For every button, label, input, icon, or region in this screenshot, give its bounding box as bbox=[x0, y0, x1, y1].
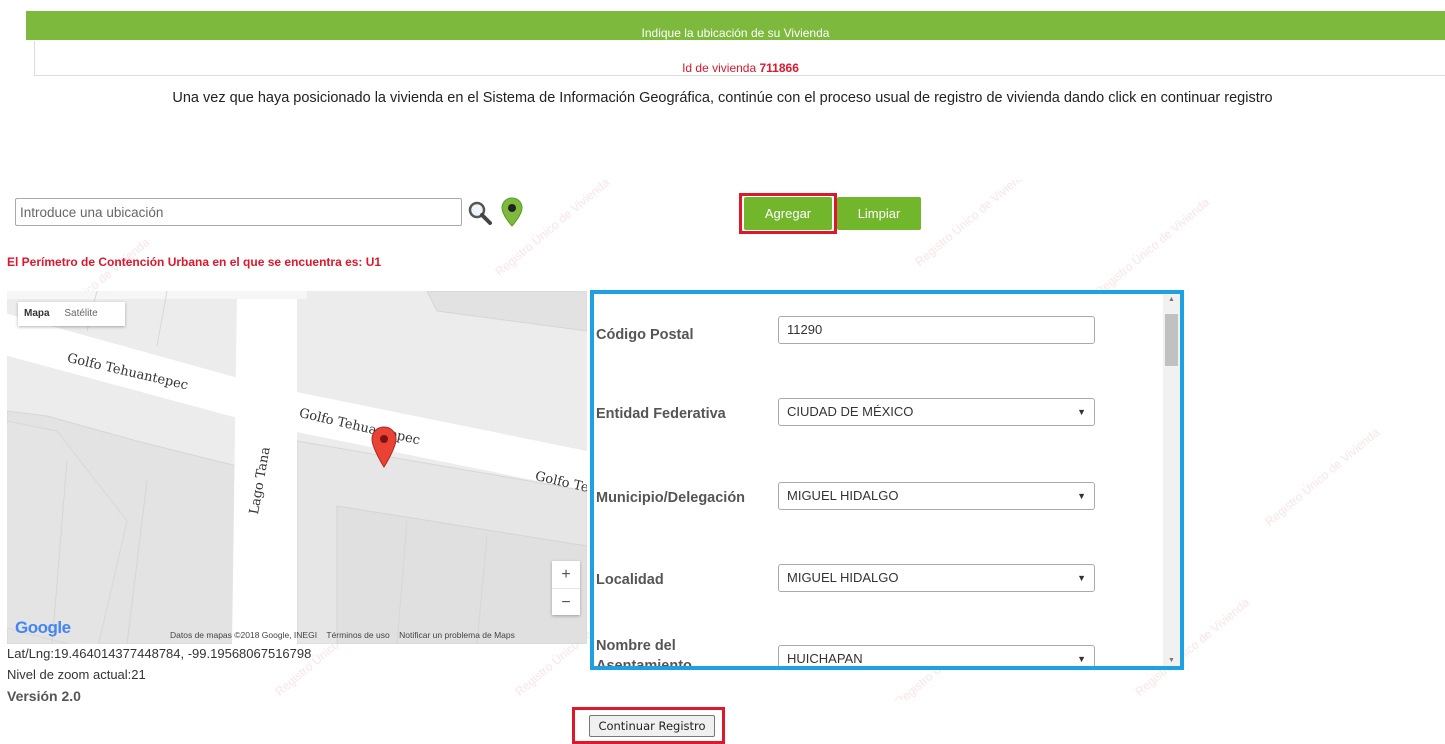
scroll-down-icon[interactable]: ▼ bbox=[1168, 657, 1175, 664]
municipio-select-value: MIGUEL HIDALGO bbox=[787, 488, 899, 503]
map-type-satellite-button[interactable]: Satélite bbox=[58, 302, 103, 326]
watermark: Registro Único de Vivienda bbox=[1262, 425, 1383, 529]
search-icon[interactable] bbox=[467, 200, 493, 226]
municipio-select[interactable]: MIGUEL HIDALGO ▼ bbox=[778, 482, 1095, 510]
scroll-up-icon[interactable]: ▲ bbox=[1168, 296, 1175, 303]
zoom-out-button[interactable]: − bbox=[552, 589, 580, 616]
google-logo: Google bbox=[15, 618, 71, 637]
chevron-down-icon: ▼ bbox=[1077, 407, 1086, 417]
location-search-input[interactable] bbox=[15, 198, 462, 226]
report-problem-link[interactable]: Notificar un problema de Maps bbox=[399, 630, 515, 640]
municipio-label: Municipio/Delegación bbox=[596, 490, 746, 506]
limpiar-button[interactable]: Limpiar bbox=[837, 197, 921, 230]
location-marker-icon[interactable] bbox=[371, 426, 397, 468]
map-view[interactable]: Mapa Satélite Golfo Tehuantepec Golfo Te… bbox=[7, 291, 587, 644]
agregar-button[interactable]: Agregar bbox=[744, 197, 832, 230]
housing-id-value: 711866 bbox=[759, 61, 799, 75]
entidad-select[interactable]: CIUDAD DE MÉXICO ▼ bbox=[778, 398, 1095, 426]
asentamiento-select-value: HUICHAPAN bbox=[787, 651, 863, 666]
localidad-select[interactable]: MIGUEL HIDALGO ▼ bbox=[778, 564, 1095, 592]
housing-id-label: Id de vivienda bbox=[682, 61, 757, 75]
map-pin-icon[interactable] bbox=[501, 197, 523, 227]
entidad-label: Entidad Federativa bbox=[596, 406, 726, 422]
asentamiento-select[interactable]: HUICHAPAN ▼ bbox=[778, 645, 1095, 666]
map-streets-graphic bbox=[7, 291, 587, 644]
zoom-control: + − bbox=[552, 561, 580, 615]
page-banner: Indique la ubicación de su Vivienda bbox=[26, 11, 1445, 40]
watermark: Registro Único de Vivienda bbox=[1092, 195, 1213, 299]
chevron-down-icon: ▼ bbox=[1077, 573, 1086, 583]
watermark: Registro Único de Vivienda bbox=[492, 180, 613, 279]
zoom-in-button[interactable]: + bbox=[552, 561, 580, 589]
form-scrollbar[interactable]: ▲ ▼ bbox=[1163, 294, 1180, 666]
map-data-credit: Datos de mapas ©2018 Google, INEGI bbox=[170, 630, 318, 640]
scrollbar-thumb[interactable] bbox=[1165, 314, 1178, 366]
housing-id: Id de vivienda 711866 bbox=[34, 41, 1445, 76]
version-text: Versión 2.0 bbox=[7, 688, 81, 704]
perimeter-message: El Perímetro de Contención Urbana en el … bbox=[7, 255, 382, 269]
postal-code-input[interactable]: 11290 bbox=[778, 316, 1095, 344]
postal-code-label: Código Postal bbox=[596, 327, 694, 343]
entidad-select-value: CIUDAD DE MÉXICO bbox=[787, 404, 914, 419]
localidad-select-value: MIGUEL HIDALGO bbox=[787, 570, 899, 585]
watermark: Registro Único de Vivienda bbox=[912, 180, 1033, 269]
chevron-down-icon: ▼ bbox=[1077, 491, 1086, 501]
latlng-text: Lat/Lng:19.464014377448784, -99.19568067… bbox=[7, 646, 312, 661]
terms-link[interactable]: Términos de uso bbox=[326, 630, 389, 640]
chevron-down-icon: ▼ bbox=[1077, 654, 1086, 664]
asentamiento-label: Nombre del Asentamiento bbox=[596, 638, 692, 670]
continuar-registro-button[interactable]: Continuar Registro bbox=[589, 715, 715, 737]
map-attribution: Datos de mapas ©2018 Google, INEGI Térmi… bbox=[170, 630, 515, 640]
address-form-panel: Código Postal 11290 Entidad Federativa C… bbox=[590, 290, 1184, 670]
map-type-map-button[interactable]: Mapa bbox=[18, 302, 56, 326]
zoom-level-text: Nivel de zoom actual:21 bbox=[7, 667, 146, 682]
map-type-control: Mapa Satélite bbox=[18, 302, 125, 326]
instructions-text: Una vez que haya posicionado la vivienda… bbox=[172, 90, 1273, 106]
localidad-label: Localidad bbox=[596, 572, 664, 588]
